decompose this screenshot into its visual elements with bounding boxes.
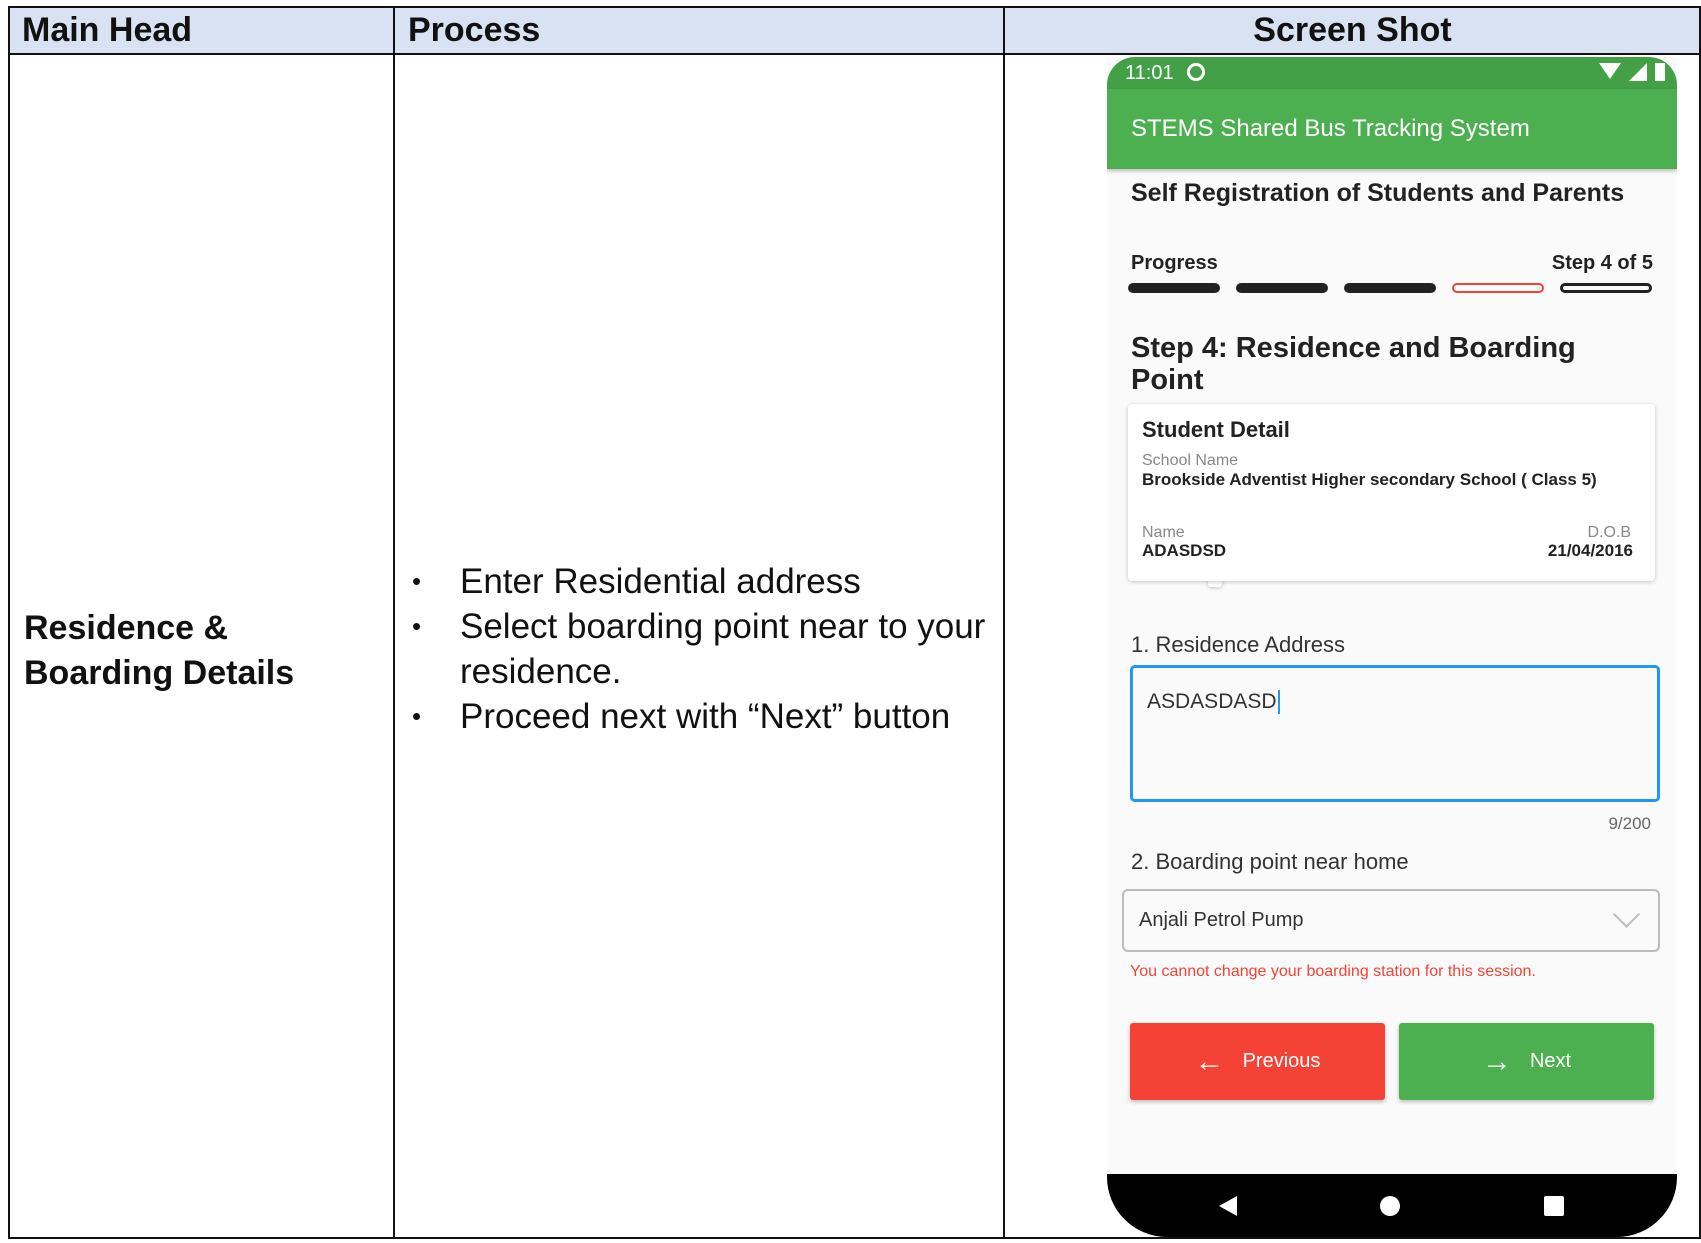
back-icon[interactable] [1219,1196,1237,1216]
process-step: Proceed next with “Next” button [412,694,1020,739]
process-list: Enter Residential address Select boardin… [412,559,1020,739]
step-indicator: Step 4 of 5 [1551,252,1653,274]
table-border-top [8,6,1701,8]
next-button-label: Next [1529,1050,1572,1072]
boarding-error-message: You cannot change your boarding station … [1130,963,1536,980]
sync-icon [1187,63,1205,81]
boarding-point-select[interactable]: Anjali Petrol Pump [1122,889,1660,952]
main-head-text: Residence & Boarding Details [24,609,295,692]
step-heading: Step 4: Residence and Boarding Point [1131,332,1576,396]
process-step: Enter Residential address [412,559,1020,604]
dob-value: 21/04/2016 [1547,541,1633,560]
home-icon[interactable] [1380,1196,1400,1216]
character-counter: 9/200 [1608,814,1651,833]
process-step: Select boarding point near to your resid… [412,604,1020,694]
wifi-icon [1599,63,1621,79]
arrow-right-icon: → [1481,1044,1512,1078]
name-label: Name [1142,524,1185,541]
residence-address-text: ASDASDASD [1147,690,1280,715]
app-title: STEMS Shared Bus Tracking System [1131,115,1530,142]
header-process: Process [394,6,1004,54]
residence-address-input[interactable]: ASDASDASD [1130,665,1660,802]
android-nav-bar [1107,1174,1677,1237]
dob-label: D.O.B [1587,524,1631,541]
table-border-bottom [8,1237,1701,1239]
text-caret [1277,690,1280,715]
process-cell: Enter Residential address Select boardin… [394,54,1004,1237]
main-head-cell: Residence & Boarding Details [8,54,394,1237]
progress-segment-complete [1128,283,1220,293]
progress-segment-complete [1344,283,1436,293]
progress-segment-pending [1560,283,1652,293]
header-main-head: Main Head [8,6,394,54]
battery-icon [1655,63,1665,81]
previous-button-label: Previous [1242,1050,1321,1072]
previous-button[interactable]: ← Previous [1130,1023,1385,1100]
chevron-down-icon [1613,901,1640,928]
phone-screenshot: 11:01 STEMS Shared Bus Tracking System S… [1107,57,1677,1237]
header-screen-shot: Screen Shot [1004,6,1701,54]
progress-segment-complete [1236,283,1328,293]
school-name-value: Brookside Adventist Higher secondary Sch… [1142,470,1597,489]
status-time: 11:01 [1125,62,1174,84]
student-detail-card: Student Detail School Name Brookside Adv… [1128,404,1655,581]
progress-label: Progress [1131,252,1218,274]
name-value: ADASDSD [1142,541,1227,560]
next-button[interactable]: → Next [1399,1023,1654,1100]
signal-icon [1629,63,1647,81]
arrow-left-icon: ← [1194,1044,1225,1078]
page-title: Self Registration of Students and Parent… [1131,179,1625,207]
card-title: Student Detail [1142,417,1290,442]
school-name-label: School Name [1142,452,1239,469]
progress-segment-current [1452,283,1544,293]
recents-icon[interactable] [1544,1196,1564,1216]
status-bar: 11:01 [1107,57,1677,587]
residence-address-label: 1. Residence Address [1131,632,1346,657]
app-bar: STEMS Shared Bus Tracking System [1107,89,1677,169]
boarding-point-label: 2. Boarding point near home [1131,849,1409,874]
boarding-point-value: Anjali Petrol Pump [1139,909,1304,931]
